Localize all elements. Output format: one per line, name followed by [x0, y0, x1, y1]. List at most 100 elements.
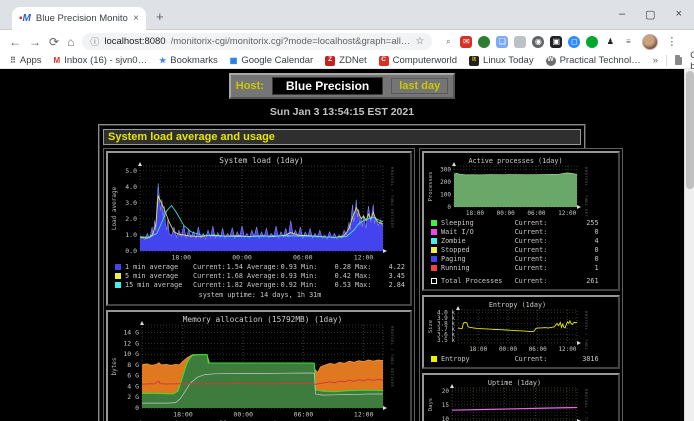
entropy-legend: EntropyCurrent:3816 — [426, 353, 616, 365]
bookmark-item[interactable]: CComputerworld — [379, 55, 457, 66]
legend-swatch — [115, 273, 121, 279]
legend-row: Total ProcessesCurrent:261 — [431, 276, 613, 285]
screenshot-icon[interactable]: ▣ — [550, 36, 562, 48]
legend-swatch — [431, 220, 437, 226]
tab-close-icon[interactable]: × — [133, 13, 139, 24]
legend-value: Min:0.28 — [301, 263, 351, 271]
active-processes-legend: SleepingCurrent:255Wait I/OCurrent:0Zomb… — [426, 217, 616, 287]
url-bar[interactable]: ⓘ localhost:8080 /monitorix-cgi/monitori… — [82, 33, 432, 50]
legend-label: Zombie — [441, 237, 511, 245]
uptime-panel[interactable]: 10152018:0000:0006:0012:00Uptime (1day)D… — [422, 373, 620, 421]
legend-value-key: Current: — [515, 264, 548, 272]
x-tick-label: 12:00 — [558, 346, 576, 353]
y-tick-label: 12 G — [123, 339, 139, 347]
system-load-panel[interactable]: 0.01.02.03.04.05.018:0000:0006:0012:00Sy… — [106, 151, 412, 306]
home-button[interactable]: ⌂ — [67, 35, 74, 49]
legend-value-key: Current: — [515, 228, 548, 236]
legend-row: EntropyCurrent:3816 — [431, 354, 613, 363]
chart-title: Uptime (1day) — [488, 379, 541, 387]
legend-value-num: 261 — [586, 277, 598, 285]
bookmark-label: Practical Technol… — [560, 55, 641, 66]
uptime-graph: 10152018:0000:0006:0012:00Uptime (1day)D… — [426, 377, 616, 421]
memory-allocation-panel[interactable]: 02 G4 G6 G8 G10 G12 G14 G18:0000:0006:00… — [106, 310, 412, 421]
copy-pages-icon[interactable]: ❏ — [496, 36, 508, 48]
legend-value-key: Current: — [515, 255, 548, 263]
tab-queue-icon[interactable]: ≡ — [622, 36, 634, 48]
active_processes-chart-svg: 010020030018:0000:0006:0012:00Active pro… — [426, 155, 588, 217]
bookmark-item[interactable]: MInbox (16) - sjvn0… — [54, 55, 148, 66]
bookmark-item[interactable]: ltLinux Today — [469, 55, 534, 66]
gmail-icon[interactable]: ✉ — [460, 36, 472, 48]
zoom-icon[interactable]: ◻ — [568, 36, 580, 48]
y-axis-label: Load average — [111, 186, 118, 230]
window-minimize-button[interactable]: – — [619, 8, 625, 21]
legend-value-key: Average: — [247, 281, 280, 289]
system_load-chart-svg: 0.01.02.03.04.05.018:0000:0006:0012:00Sy… — [110, 155, 394, 261]
forward-button[interactable]: → — [29, 35, 41, 49]
pin-icon[interactable]: ♟ — [604, 36, 616, 48]
bookmark-icon: lt — [469, 56, 479, 66]
scrollbar-thumb[interactable] — [686, 71, 694, 189]
bookmark-star-icon[interactable]: ☆ — [415, 36, 424, 47]
active-processes-panel[interactable]: 010020030018:0000:0006:0012:00Active pro… — [422, 151, 620, 291]
bookmark-label: Google Calendar — [241, 55, 313, 66]
legend-value-num: 0.28 — [335, 263, 351, 271]
legend-value: Average:0.93 — [247, 263, 297, 271]
legend-value-key: Current: — [515, 219, 548, 227]
bookmark-label: Computerworld — [393, 55, 457, 66]
x-tick-label: 18:00 — [466, 210, 484, 217]
bookmark-item[interactable]: WPractical Technol… — [546, 55, 641, 66]
page-info-icon[interactable]: ⓘ — [90, 35, 99, 48]
legend-value-num: 0.92 — [281, 281, 297, 289]
legend-value: Current:1.82 — [193, 281, 243, 289]
evernote-icon[interactable] — [586, 36, 598, 48]
chart-title: Memory allocation (15792MB) (1day) — [183, 315, 343, 324]
y-axis-label: Size — [428, 320, 434, 333]
legend-value-num: 0 — [594, 246, 598, 254]
bookmark-label: Apps — [20, 55, 42, 66]
legend-row: StoppedCurrent:0 — [431, 245, 613, 254]
x-tick-label: 06:00 — [529, 346, 547, 353]
bookmark-item[interactable]: ★Bookmarks — [159, 55, 218, 66]
globe-icon[interactable] — [478, 36, 490, 48]
legend-value-num: 1.68 — [227, 272, 243, 280]
legend-label: Running — [441, 264, 511, 272]
back-button[interactable]: ← — [9, 35, 21, 49]
bookmark-item[interactable]: ZZDNet — [325, 55, 366, 66]
bookmark-item[interactable]: ▦Google Calendar — [230, 55, 313, 66]
rrdtool-watermark: RRDTOOL / TOBI OETIKER — [390, 326, 394, 388]
legend-value: Min:0.53 — [301, 281, 351, 289]
browser-toolbar: ← → ⟳ ⌂ ⓘ localhost:8080 /monitorix-cgi/… — [0, 30, 694, 53]
eye-icon[interactable]: ◉ — [532, 36, 544, 48]
entropy-panel[interactable]: 3.5 k3.6 k3.7 k3.8 k3.9 k4.0 k18:0000:00… — [422, 295, 620, 369]
bookmark-item[interactable]: ⠿Apps — [10, 55, 42, 66]
host-name-button[interactable]: Blue Precision — [272, 77, 383, 95]
left-column: 0.01.02.03.04.05.018:0000:0006:0012:00Sy… — [103, 148, 415, 421]
legend-swatch — [431, 265, 437, 271]
x-tick-label: 18:00 — [469, 346, 487, 353]
profile-avatar[interactable] — [642, 34, 658, 50]
search-icon[interactable]: ⌕ — [442, 36, 454, 48]
legend-row: SleepingCurrent:255 — [431, 218, 613, 227]
legend-value: Average:0.92 — [247, 281, 297, 289]
browser-menu-icon[interactable]: ⋮ — [666, 35, 678, 48]
bookmarks-overflow-chevron[interactable]: » — [653, 55, 658, 66]
legend-label: 5 min average — [125, 272, 189, 280]
y-tick-label: 20 — [442, 388, 450, 395]
notes-icon[interactable] — [514, 36, 526, 48]
legend-label: Wait I/O — [441, 228, 511, 236]
legend-value-num: 0.53 — [335, 281, 351, 289]
reload-button[interactable]: ⟳ — [49, 35, 59, 49]
y-tick-label: 1.0 — [125, 231, 137, 239]
x-tick-label: 18:00 — [172, 254, 192, 262]
legend-value-num: 1.54 — [227, 263, 243, 271]
scrollbar-track[interactable] — [684, 69, 694, 421]
browser-tab[interactable]: ▪M Blue Precision Monitorix × — [12, 7, 146, 30]
window-close-button[interactable]: × — [676, 8, 682, 21]
period-button[interactable]: last day — [391, 78, 448, 94]
new-tab-button[interactable]: + — [156, 9, 164, 24]
window-maximize-button[interactable]: ▢ — [645, 8, 655, 21]
legend-row: ZombieCurrent:4 — [431, 236, 613, 245]
legend-row: Wait I/OCurrent:0 — [431, 227, 613, 236]
y-tick-label: 300 — [440, 167, 451, 174]
